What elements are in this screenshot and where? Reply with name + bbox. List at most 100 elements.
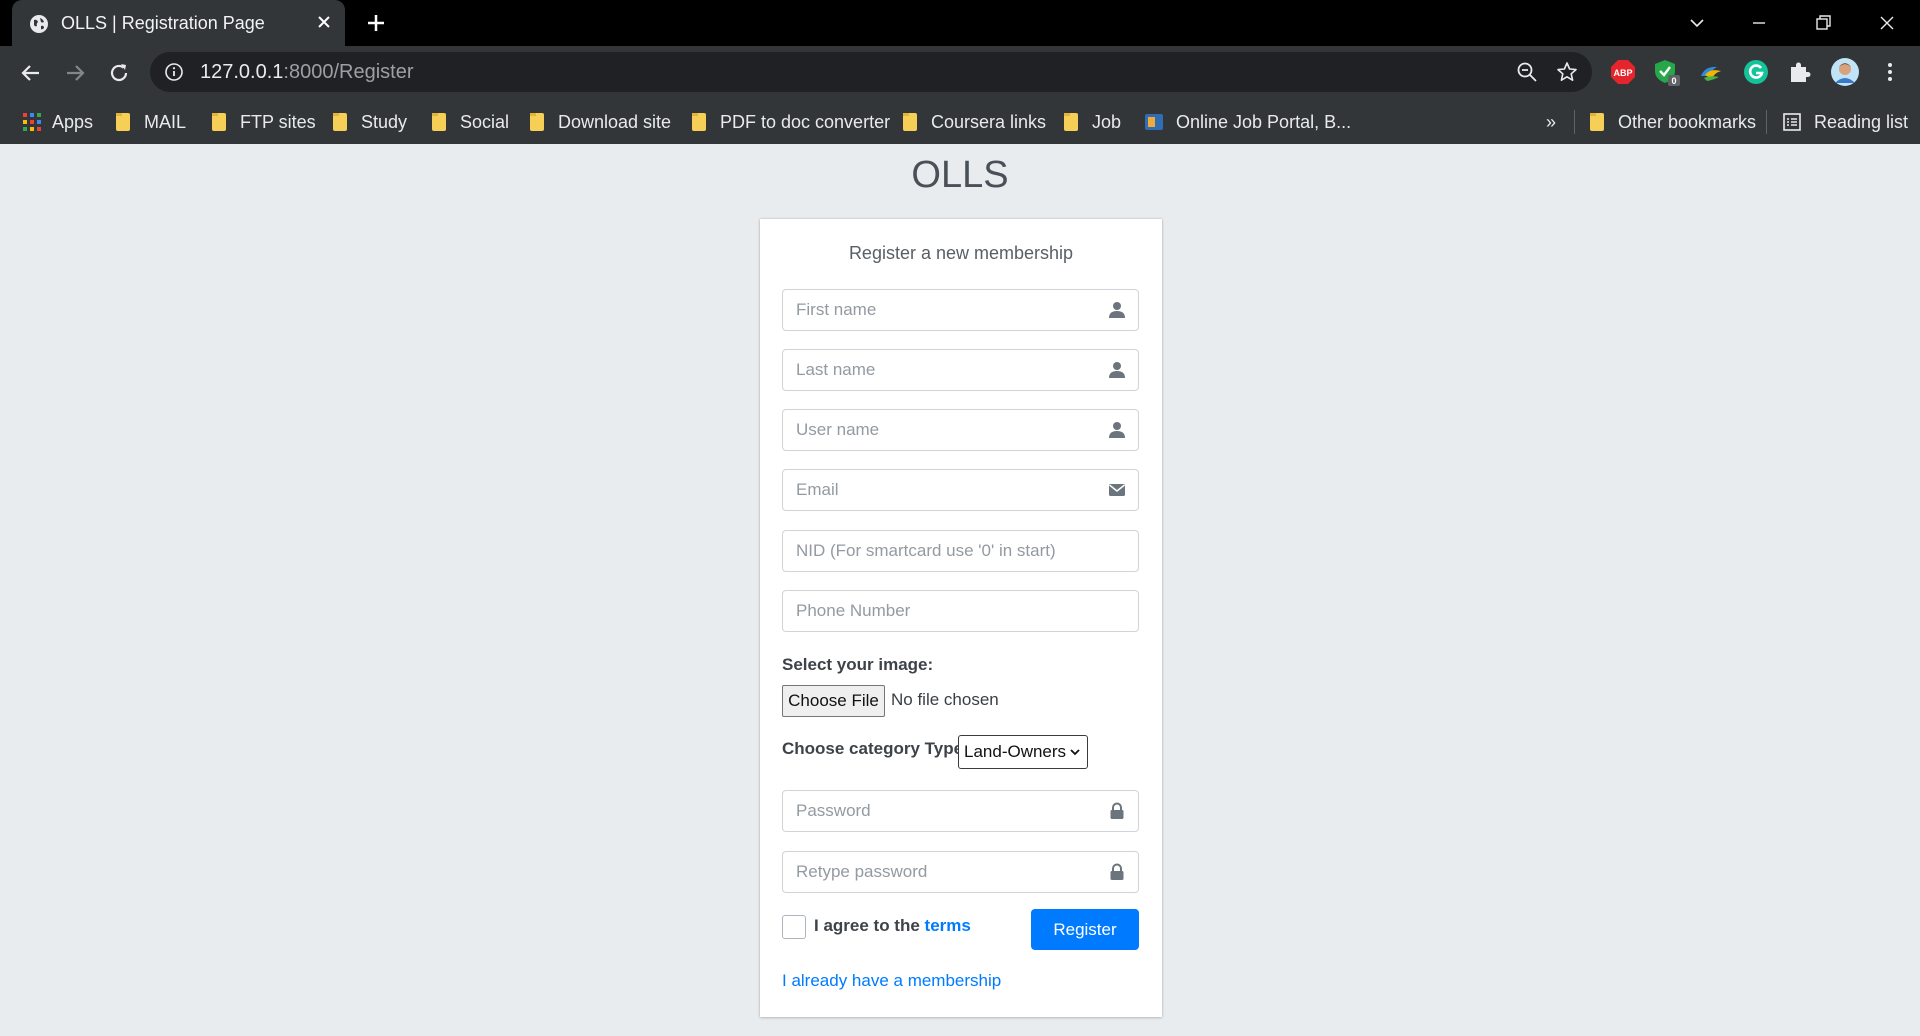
- bookmark-download-site[interactable]: Download site: [530, 100, 671, 144]
- bookmark-label: Social: [460, 111, 510, 132]
- folder-icon: [692, 113, 706, 131]
- bookmark-label: FTP sites: [240, 111, 316, 132]
- no-file-text: No file chosen: [891, 690, 999, 709]
- new-tab-icon[interactable]: [364, 11, 388, 35]
- retype-password-group: [782, 851, 1139, 893]
- lock-icon: [1110, 863, 1124, 880]
- category-select[interactable]: Land-Owners: [958, 735, 1088, 769]
- last-name-input[interactable]: [783, 350, 1138, 390]
- password-group: [782, 790, 1139, 832]
- shield-extension-icon[interactable]: 0: [1652, 58, 1680, 86]
- bookmark-label: Download site: [558, 111, 672, 132]
- bookmark-label: Coursera links: [931, 111, 1047, 132]
- url-text[interactable]: 127.0.0.1:8000/Register: [200, 61, 414, 84]
- retype-password-input[interactable]: [783, 852, 1138, 892]
- bookmark-divider: [1766, 110, 1767, 134]
- bookmark-label: Apps: [52, 111, 94, 132]
- first-name-input[interactable]: [783, 290, 1138, 330]
- globe-icon: [30, 15, 48, 33]
- folder-icon: [903, 113, 917, 131]
- lock-icon: [1110, 802, 1124, 819]
- register-button[interactable]: Register: [1031, 909, 1139, 950]
- close-tab-icon[interactable]: [313, 11, 335, 33]
- choose-file-button[interactable]: Choose File: [782, 685, 885, 717]
- info-icon[interactable]: [164, 62, 184, 82]
- bookmark-mail[interactable]: MAIL: [116, 100, 186, 144]
- folder-icon: [530, 113, 544, 131]
- close-window-icon[interactable]: [1872, 8, 1902, 38]
- envelope-icon: [1109, 484, 1125, 496]
- minimize-icon[interactable]: [1744, 8, 1774, 38]
- user-icon: [1109, 422, 1125, 438]
- reading-list-icon: [1783, 113, 1801, 131]
- email-input[interactable]: [783, 470, 1138, 510]
- bookmark-divider: [1574, 110, 1575, 134]
- folder-icon: [212, 113, 226, 131]
- bookmark-coursera-links[interactable]: Coursera links: [903, 100, 1046, 144]
- folder-icon: [333, 113, 347, 131]
- already-member-link[interactable]: I already have a membership: [782, 971, 1001, 991]
- bookmark-pdf-converter[interactable]: PDF to doc converter: [692, 100, 890, 144]
- reading-list[interactable]: Reading list: [1782, 100, 1908, 144]
- chevron-down-icon: [1070, 749, 1080, 756]
- bookmark-job[interactable]: Job: [1064, 100, 1121, 144]
- folder-icon: [1590, 113, 1604, 131]
- app-logo[interactable]: OLLS: [0, 154, 1920, 197]
- bookmarks-bar: Apps MAIL FTP sites Study Social Downloa…: [0, 100, 1920, 144]
- tab-search-chevron-icon[interactable]: [1682, 8, 1712, 38]
- bookmark-study[interactable]: Study: [333, 100, 407, 144]
- zoom-icon[interactable]: [1516, 61, 1538, 83]
- register-message: Register a new membership: [848, 243, 1074, 263]
- forward-arrow-icon[interactable]: [60, 58, 90, 88]
- other-bookmarks[interactable]: Other bookmarks: [1590, 100, 1756, 144]
- bookmark-label: Job: [1092, 111, 1122, 132]
- folder-icon: [116, 113, 130, 131]
- grammarly-icon[interactable]: [1742, 58, 1770, 86]
- color-extension-icon[interactable]: [1697, 58, 1725, 86]
- nid-group: [782, 530, 1139, 572]
- user-icon: [1109, 302, 1125, 318]
- phone-input[interactable]: [783, 591, 1138, 631]
- avatar-icon[interactable]: [1830, 57, 1860, 87]
- folder-icon: [432, 113, 446, 131]
- browser-toolbar: 127.0.0.1:8000/Register ABP 0: [0, 46, 1920, 100]
- image-label: Select your image:: [782, 655, 934, 674]
- user-name-input[interactable]: [783, 410, 1138, 450]
- terms-link[interactable]: terms: [925, 916, 971, 935]
- category-label: Choose category Type:: [782, 739, 969, 758]
- bookmark-label: MAIL: [144, 111, 187, 132]
- nid-input[interactable]: [783, 531, 1138, 571]
- active-tab[interactable]: OLLS | Registration Page: [12, 0, 345, 46]
- password-input[interactable]: [783, 791, 1138, 831]
- reading-list-label: Reading list: [1814, 111, 1909, 132]
- menu-dots-icon[interactable]: [1876, 58, 1904, 86]
- reload-icon[interactable]: [104, 58, 134, 88]
- adblock-plus-icon[interactable]: ABP: [1609, 58, 1637, 86]
- bookmark-ftp-sites[interactable]: FTP sites: [212, 100, 316, 144]
- apps-grid-icon: [23, 113, 41, 131]
- category-selected-value: Land-Owners: [964, 742, 1067, 761]
- bookmark-label: PDF to doc converter: [720, 111, 891, 132]
- page-content: OLLS Register a new membership First nam…: [0, 144, 1920, 1036]
- back-arrow-icon[interactable]: [16, 58, 46, 88]
- url-host: 127.0.0.1: [200, 61, 284, 83]
- phone-group: [782, 590, 1139, 632]
- address-bar[interactable]: 127.0.0.1:8000/Register: [150, 52, 1592, 92]
- last-name-group: [782, 349, 1139, 391]
- bookmark-social[interactable]: Social: [432, 100, 509, 144]
- email-group: [782, 469, 1139, 511]
- agree-terms-label: I agree to the terms: [814, 916, 971, 936]
- bookmark-online-job-portal[interactable]: Online Job Portal, B...: [1144, 100, 1351, 144]
- agree-terms-checkbox[interactable]: [782, 915, 806, 939]
- puzzle-icon[interactable]: [1786, 58, 1814, 86]
- bookmark-star-icon[interactable]: [1556, 61, 1578, 83]
- restore-icon[interactable]: [1808, 8, 1838, 38]
- agree-prefix: I agree to the: [814, 916, 920, 935]
- register-card: Register a new membership First name Las…: [760, 219, 1162, 1017]
- bookmark-label: Online Job Portal, B...: [1176, 111, 1352, 132]
- bookmark-apps[interactable]: Apps: [22, 100, 93, 144]
- other-bookmarks-label: Other bookmarks: [1618, 111, 1757, 132]
- bookmarks-overflow[interactable]: »: [1546, 100, 1556, 144]
- first-name-group: [782, 289, 1139, 331]
- site-favicon-icon: [1145, 114, 1163, 130]
